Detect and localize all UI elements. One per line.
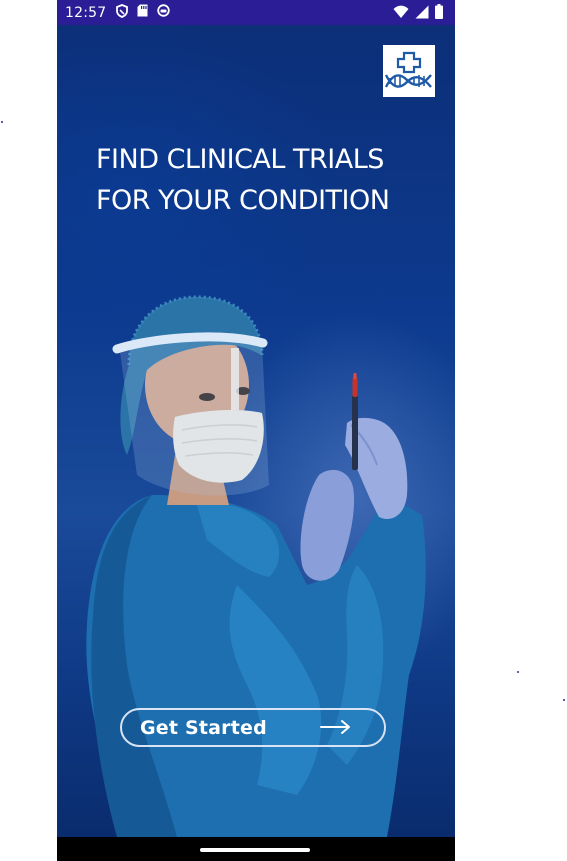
battery-icon [435,4,443,23]
status-time: 12:57 [65,4,107,21]
sd-card-icon [137,4,148,21]
wifi-icon [393,5,409,23]
phone-screen: 12:57 FIND CLINICAL TRIALS FOR YOUR COND… [57,0,455,861]
shield-icon [116,3,129,22]
signal-icon [415,5,429,23]
title-line-1: FIND CLINICAL TRIALS [96,144,384,175]
arrow-right-icon [320,719,352,739]
title-line-2: FOR YOUR CONDITION [96,185,390,216]
stray-dot [563,699,565,701]
cross-dna-logo-icon [384,51,432,88]
stray-dot [517,671,519,673]
onboarding-screen: FIND CLINICAL TRIALS FOR YOUR CONDITION … [57,25,455,837]
status-icons-left [116,3,171,22]
status-icons-right [393,4,443,23]
page-title: FIND CLINICAL TRIALS FOR YOUR CONDITION [96,139,436,221]
status-bar: 12:57 [57,0,455,25]
get-started-button[interactable]: Get Started [120,708,386,747]
home-indicator[interactable] [200,848,310,852]
sync-icon [157,4,171,21]
navigation-bar [57,837,455,861]
app-logo [383,45,435,97]
get-started-label: Get Started [140,716,267,739]
stray-dot [1,121,3,123]
